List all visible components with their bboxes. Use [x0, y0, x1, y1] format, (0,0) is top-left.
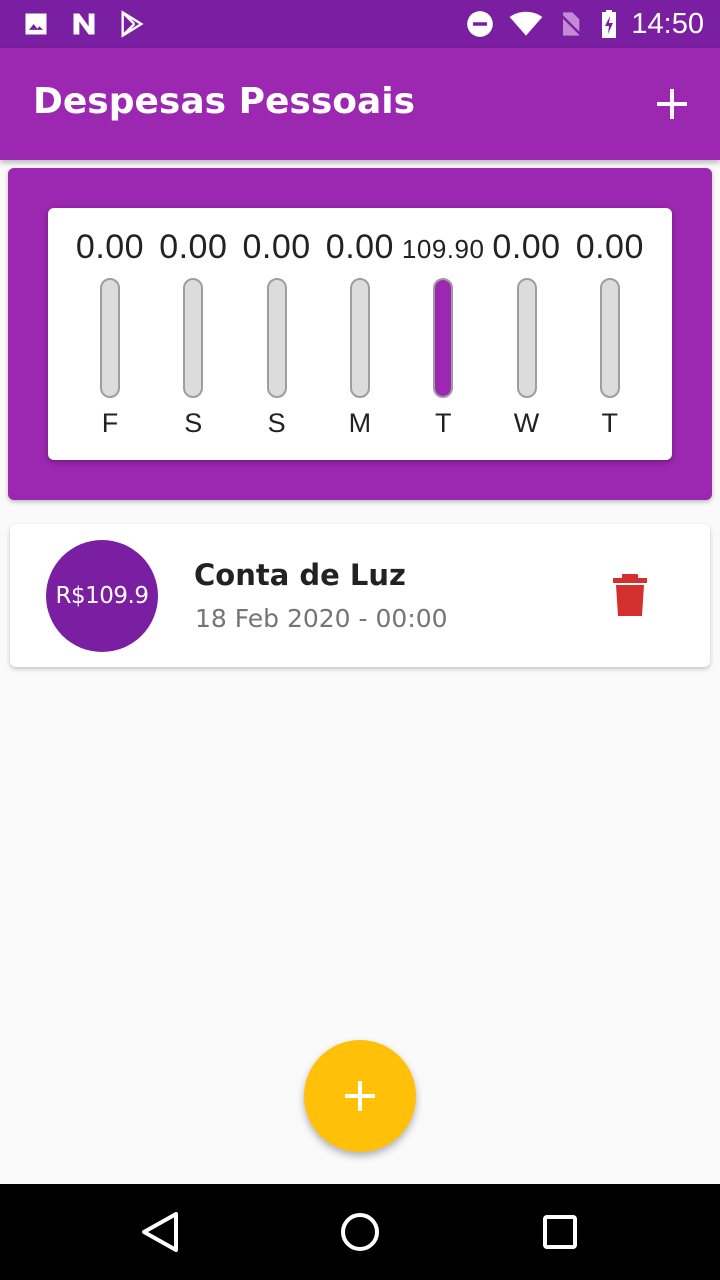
- chart-column: 109.90 T: [401, 208, 485, 460]
- add-expense-button[interactable]: [648, 80, 696, 128]
- plus-icon: [657, 89, 687, 119]
- no-sim-icon: [558, 12, 582, 36]
- weekly-chart: 0.00 F 0.00 S 0.00 S 0.00 M 109.90 T 0.00 W 0.00 T: [48, 208, 672, 460]
- chart-day-label: M: [348, 408, 372, 438]
- fab-add-button[interactable]: [304, 1040, 416, 1152]
- chart-column: 0.00 F: [68, 208, 152, 460]
- chart-bar-track: [599, 278, 620, 398]
- delete-button[interactable]: [610, 574, 650, 616]
- chart-column: 0.00 W: [485, 208, 569, 460]
- chart-bar-track: [516, 278, 537, 398]
- chart-day-label: F: [101, 408, 119, 438]
- chart-bar-track: [349, 278, 370, 398]
- recents-square-icon[interactable]: [536, 1208, 584, 1256]
- chart-day-label: S: [267, 408, 286, 438]
- chart-column: 0.00 S: [151, 208, 235, 460]
- transaction-title: Conta de Luz: [194, 558, 406, 592]
- image-icon: [25, 13, 47, 35]
- do-not-disturb-icon: [467, 11, 493, 37]
- wifi-icon: [509, 11, 543, 36]
- play-store-icon: [121, 10, 144, 38]
- chart-day-label: T: [601, 408, 619, 438]
- amount-avatar: R$109.9: [46, 540, 158, 652]
- chart-bar-track: [433, 278, 454, 398]
- chart-day-label: S: [184, 408, 203, 438]
- chart-column: 0.00 M: [318, 208, 402, 460]
- plus-icon: [345, 1081, 375, 1111]
- transaction-date: 18 Feb 2020 - 00:00: [195, 604, 448, 633]
- chart-bar-track: [100, 278, 120, 398]
- chart-day-label: T: [434, 408, 452, 438]
- page-title: Despesas Pessoais: [33, 81, 416, 122]
- navigation-bar: [0, 1184, 720, 1280]
- list-item: R$109.9 Conta de Luz 18 Feb 2020 - 00:00: [10, 524, 710, 667]
- home-circle-icon[interactable]: [336, 1208, 384, 1256]
- chart-column: 0.00 T: [568, 208, 652, 460]
- chart-bar: [435, 280, 452, 396]
- chart-bar-track: [266, 278, 287, 398]
- notification-n-icon: [73, 13, 95, 35]
- app-bar: Despesas Pessoais: [0, 48, 720, 160]
- chart-value-label: 0.00: [575, 228, 644, 266]
- back-triangle-icon[interactable]: [136, 1208, 184, 1256]
- weekly-chart-card: 0.00 F 0.00 S 0.00 S 0.00 M 109.90 T 0.00 W 0.00 T: [8, 168, 712, 500]
- battery-charging-icon: [602, 10, 616, 38]
- trash-icon: [613, 574, 647, 616]
- chart-column: 0.00 S: [235, 208, 319, 460]
- chart-bar-track: [183, 278, 204, 398]
- status-bar: 14:50: [0, 0, 720, 48]
- status-time: 14:50: [631, 8, 704, 40]
- transaction-amount: R$109.9: [55, 583, 149, 609]
- chart-day-label: W: [513, 408, 540, 438]
